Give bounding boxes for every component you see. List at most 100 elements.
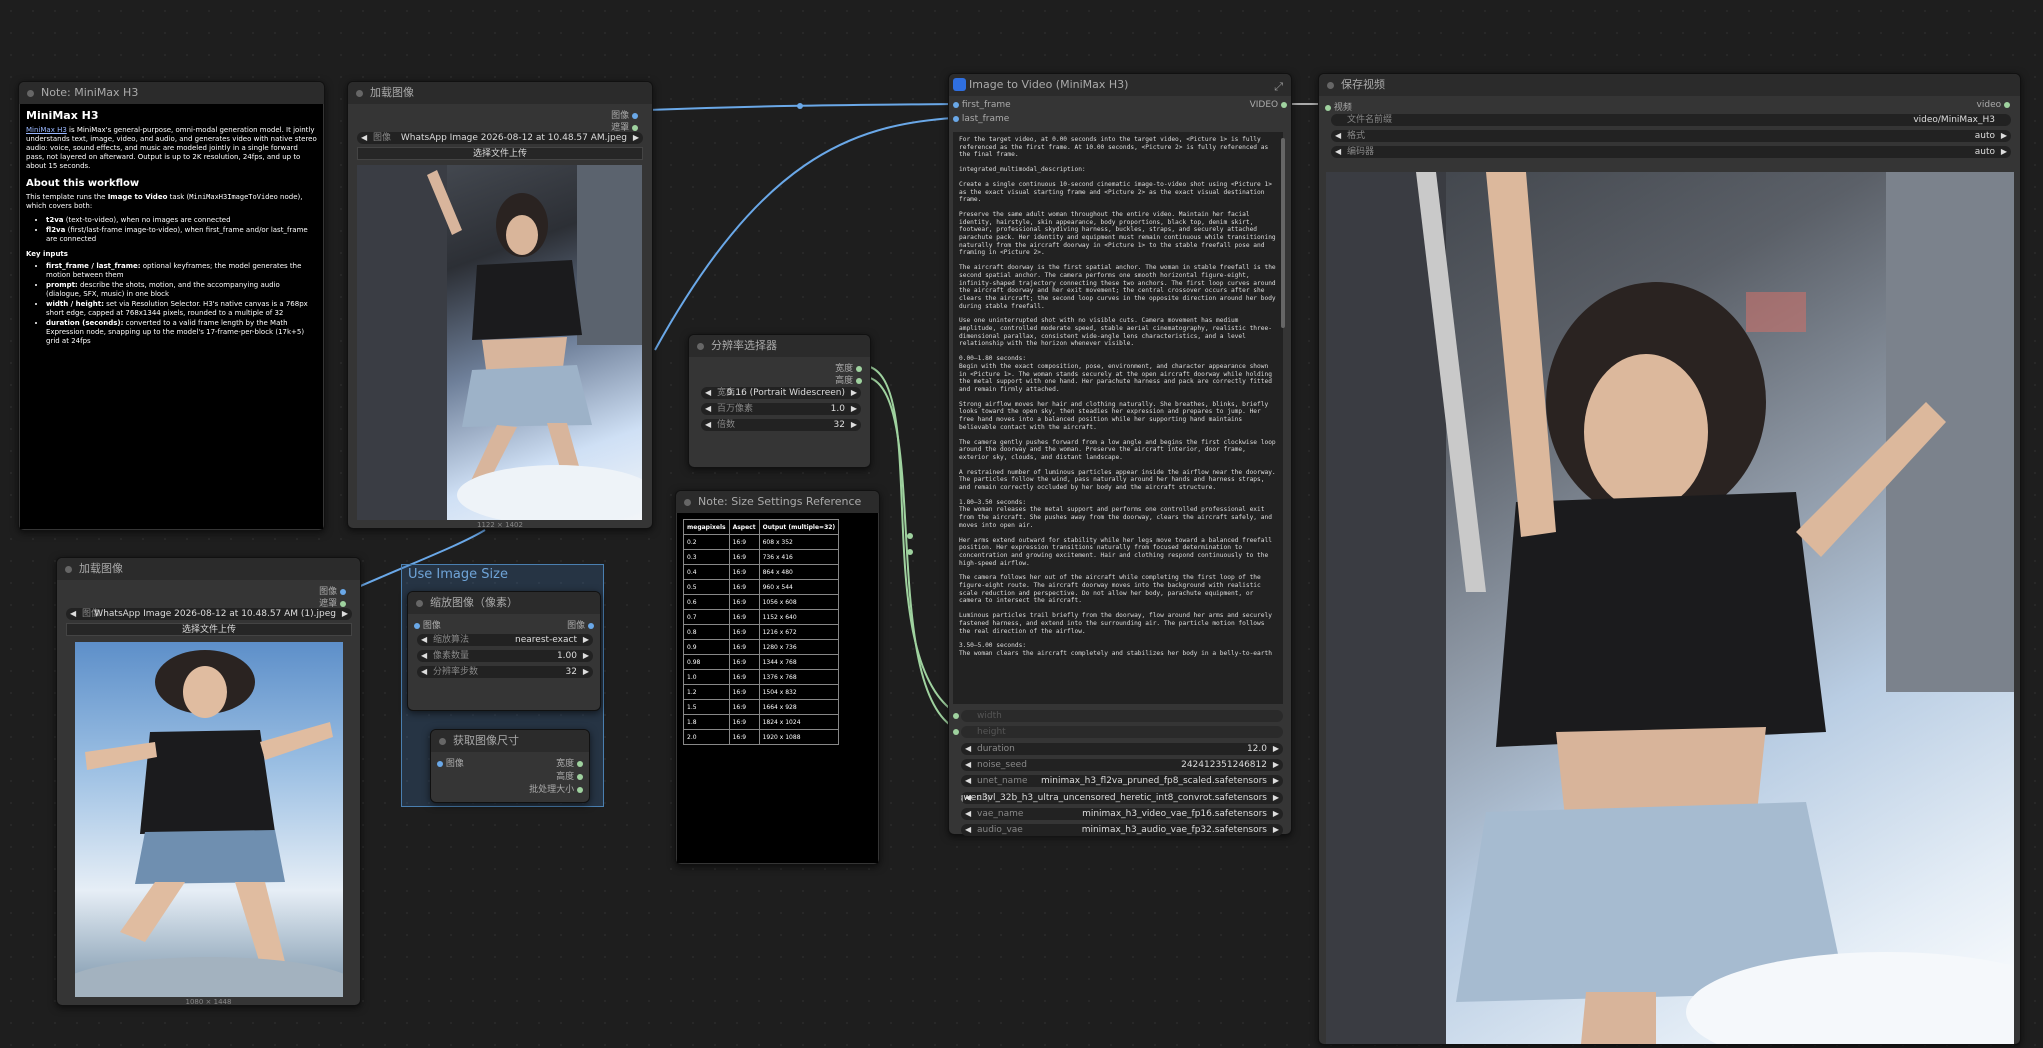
table-cell: 0.5 xyxy=(683,579,730,595)
i2v-widget-vae-name[interactable]: ◀ vae_name minimax_h3_video_vae_fp16.safet… xyxy=(961,807,1283,820)
table-cell: 1056 x 608 xyxy=(758,594,840,610)
table-cell: 2.0 xyxy=(683,729,730,745)
table-cell: 0.2 xyxy=(683,534,730,550)
prompt-paragraph: Luminous particles trail briefly from th… xyxy=(959,612,1276,635)
node-header[interactable]: Note: MiniMax H3 xyxy=(19,82,324,104)
node-header[interactable]: 加载图像 xyxy=(57,558,360,580)
table-cell: 1504 x 832 xyxy=(758,684,840,700)
save-video-node[interactable]: 保存视频 视频 video 文件名前缀 video/MiniMax_H3 ◀ 格式 a… xyxy=(1318,73,2021,1045)
table-cell: 1.0 xyxy=(683,669,730,685)
i2v-widget-audio-vae[interactable]: ◀ audio_vae minimax_h3_audio_vae_fp32.safe… xyxy=(961,824,1283,836)
table-cell: 16:9 xyxy=(728,579,760,595)
table-cell: 1.5 xyxy=(683,699,730,715)
preview-image xyxy=(357,165,642,520)
expand-icon[interactable]: ⤢ xyxy=(1274,76,1283,98)
table-cell: 16:9 xyxy=(728,624,760,640)
minimax-h3-link[interactable]: MiniMax H3 xyxy=(26,126,67,134)
prompt-paragraph: integrated_multimodal_description: xyxy=(959,166,1086,174)
table-cell: 864 x 480 xyxy=(758,564,840,580)
table-cell: 1152 x 640 xyxy=(758,609,840,625)
get-image-size-node[interactable]: 获取图像尺寸 图像 宽度 高度 批处理大小 xyxy=(430,729,590,803)
link-last-frame xyxy=(654,117,954,351)
image-select-widget[interactable]: ◀ 图像 WhatsApp Image 2026-08-12 at 10.48.57… xyxy=(357,132,643,144)
table-cell: 16:9 xyxy=(728,534,760,550)
table-cell: 1824 x 1024 xyxy=(758,714,840,730)
prompt-paragraph: The camera follows her out of the aircra… xyxy=(959,574,1265,605)
size-settings-note-node[interactable]: Note: Size Settings Reference megapixels… xyxy=(675,490,880,865)
table-row: 1.2 16:9 1504 x 832 xyxy=(683,684,840,700)
table-row: 0.5 16:9 960 x 544 xyxy=(683,579,840,595)
link-reroute-dot xyxy=(797,103,803,109)
table-cell: 16:9 xyxy=(728,684,760,700)
prompt-paragraph: Preserve the same adult woman throughout… xyxy=(959,210,1280,257)
table-row: 1.0 16:9 1376 x 768 xyxy=(683,669,840,685)
prompt-paragraph: 0.00–1.80 seconds: Begin with the exact … xyxy=(959,355,1272,393)
load-image-node-2[interactable]: 加载图像 图像 遮罩 ◀ 图像 WhatsApp Image 2026-08-12 … xyxy=(56,557,361,1006)
table-cell: 608 x 352 xyxy=(758,534,840,550)
i2v-widget-noise-seed[interactable]: ◀ noise_seed 242412351246812 ▶ xyxy=(961,759,1283,772)
load-image-node-1[interactable]: 加载图像 图像 遮罩 ◀ 图像 WhatsApp Image 2026-08-12 … xyxy=(347,81,653,529)
image-select-widget[interactable]: ◀ 图像 WhatsApp Image 2026-08-12 at 10.48.57… xyxy=(66,608,352,620)
image-scale-node[interactable]: 缩放图像（像素） 图像 图像 ◀ 缩放算法 nearest-exact ▶ ◀ 像素数量… xyxy=(407,591,601,711)
table-cell: 16:9 xyxy=(728,564,760,580)
table-cell: 16:9 xyxy=(728,594,760,610)
prompt-paragraph: 1.80–3.50 seconds: The woman releases th… xyxy=(959,498,1272,529)
prompt-paragraph: Her arms extend outward for stability wh… xyxy=(959,536,1276,567)
table-cell: 960 x 544 xyxy=(758,579,840,595)
node-header[interactable]: 加载图像 xyxy=(348,82,652,104)
size-reference-table: megapixels Aspect Output (multiple=32) 0.2… xyxy=(677,513,878,863)
prompt-paragraph: For the target video, at 0.00 seconds in… xyxy=(959,136,1272,159)
table-header-cell: Output (multiple=32) xyxy=(758,519,840,535)
table-cell: 0.9 xyxy=(683,639,730,655)
table-cell: 16:9 xyxy=(728,729,760,745)
table-cell: 0.3 xyxy=(683,549,730,565)
table-cell: 736 x 416 xyxy=(758,549,840,565)
table-row: 1.5 16:9 1664 x 928 xyxy=(683,699,840,715)
table-cell: 1664 x 928 xyxy=(758,699,840,715)
prompt-paragraph: Use one uninterrupted shot with no visib… xyxy=(959,317,1272,348)
prompt-paragraph: A restrained number of luminous particle… xyxy=(959,468,1280,492)
upload-button[interactable]: 选择文件上传 xyxy=(66,623,352,636)
group-use-image-size[interactable]: Use Image Size 缩放图像（像素） 图像 图像 ◀ 缩放算法 neare… xyxy=(401,564,604,807)
note-markdown-body: MiniMax H3 MiniMax H3 is MiniMax's gener… xyxy=(20,104,323,529)
minimax-logo-icon xyxy=(953,78,966,91)
table-cell: 0.8 xyxy=(683,624,730,640)
prompt-paragraph: The aircraft doorway is the first spatia… xyxy=(959,264,1280,310)
table-cell: 0.4 xyxy=(683,564,730,580)
table-row: 0.4 16:9 864 x 480 xyxy=(683,564,840,580)
image-to-video-node[interactable]: Image to Video (MiniMax H3) ⤢ first_fram… xyxy=(948,73,1292,836)
table-cell: 16:9 xyxy=(728,609,760,625)
table-row: 1.8 16:9 1824 x 1024 xyxy=(683,714,840,730)
table-row: 0.9 16:9 1280 x 736 xyxy=(683,639,840,655)
table-cell: 1.8 xyxy=(683,714,730,730)
table-row: 0.3 16:9 736 x 416 xyxy=(683,549,840,565)
table-row: 0.98 16:9 1344 x 768 xyxy=(683,654,840,670)
table-cell: 16:9 xyxy=(728,699,760,715)
prompt-paragraph: The camera gently pushes forward from a … xyxy=(959,438,1280,461)
note-minimax-h3-node[interactable]: Note: MiniMax H3 MiniMax H3 MiniMax H3 i… xyxy=(18,81,325,531)
table-cell: 0.98 xyxy=(683,654,730,670)
resolution-selector-node[interactable]: 分辨率选择器 宽度 高度 ◀ 宽高... 9:16 (Portrait Widesc… xyxy=(688,334,871,468)
prompt-textarea[interactable]: For the target video, at 0.00 seconds in… xyxy=(953,132,1283,704)
prompt-paragraph: Create a single continuous 10-second cin… xyxy=(959,180,1276,204)
table-cell: 1.2 xyxy=(683,684,730,700)
table-cell: 16:9 xyxy=(728,714,760,730)
i2v-widget-clip[interactable]: ◀ clip qwen3vl_32b_h3_ultra_uncensored_her… xyxy=(961,791,1283,804)
table-cell: 1216 x 672 xyxy=(758,624,840,640)
table-cell: 16:9 xyxy=(728,654,760,670)
link-reroute-green xyxy=(907,533,913,539)
table-cell: 1920 x 1088 xyxy=(758,729,840,745)
upload-button[interactable]: 选择文件上传 xyxy=(357,147,643,160)
prompt-scrollbar[interactable] xyxy=(1281,138,1285,328)
preview-image xyxy=(75,642,343,997)
prompt-paragraph: 3.50–5.00 seconds: The woman clears the … xyxy=(959,642,1272,657)
table-cell: 0.7 xyxy=(683,609,730,625)
i2v-widget-duration[interactable]: ◀ duration 12.0 ▶ xyxy=(961,743,1283,755)
table-row: 0.7 16:9 1152 x 640 xyxy=(683,609,840,625)
table-cell: 0.6 xyxy=(683,594,730,610)
table-row: 0.8 16:9 1216 x 672 xyxy=(683,624,840,640)
link-reroute-green-2 xyxy=(907,549,913,555)
i2v-widget-unet-name[interactable]: ◀ unet_name minimax_h3_fl2va_pruned_fp8_sc… xyxy=(961,775,1283,788)
table-cell: 1376 x 768 xyxy=(758,669,840,685)
video-preview[interactable] xyxy=(1326,172,2014,1044)
